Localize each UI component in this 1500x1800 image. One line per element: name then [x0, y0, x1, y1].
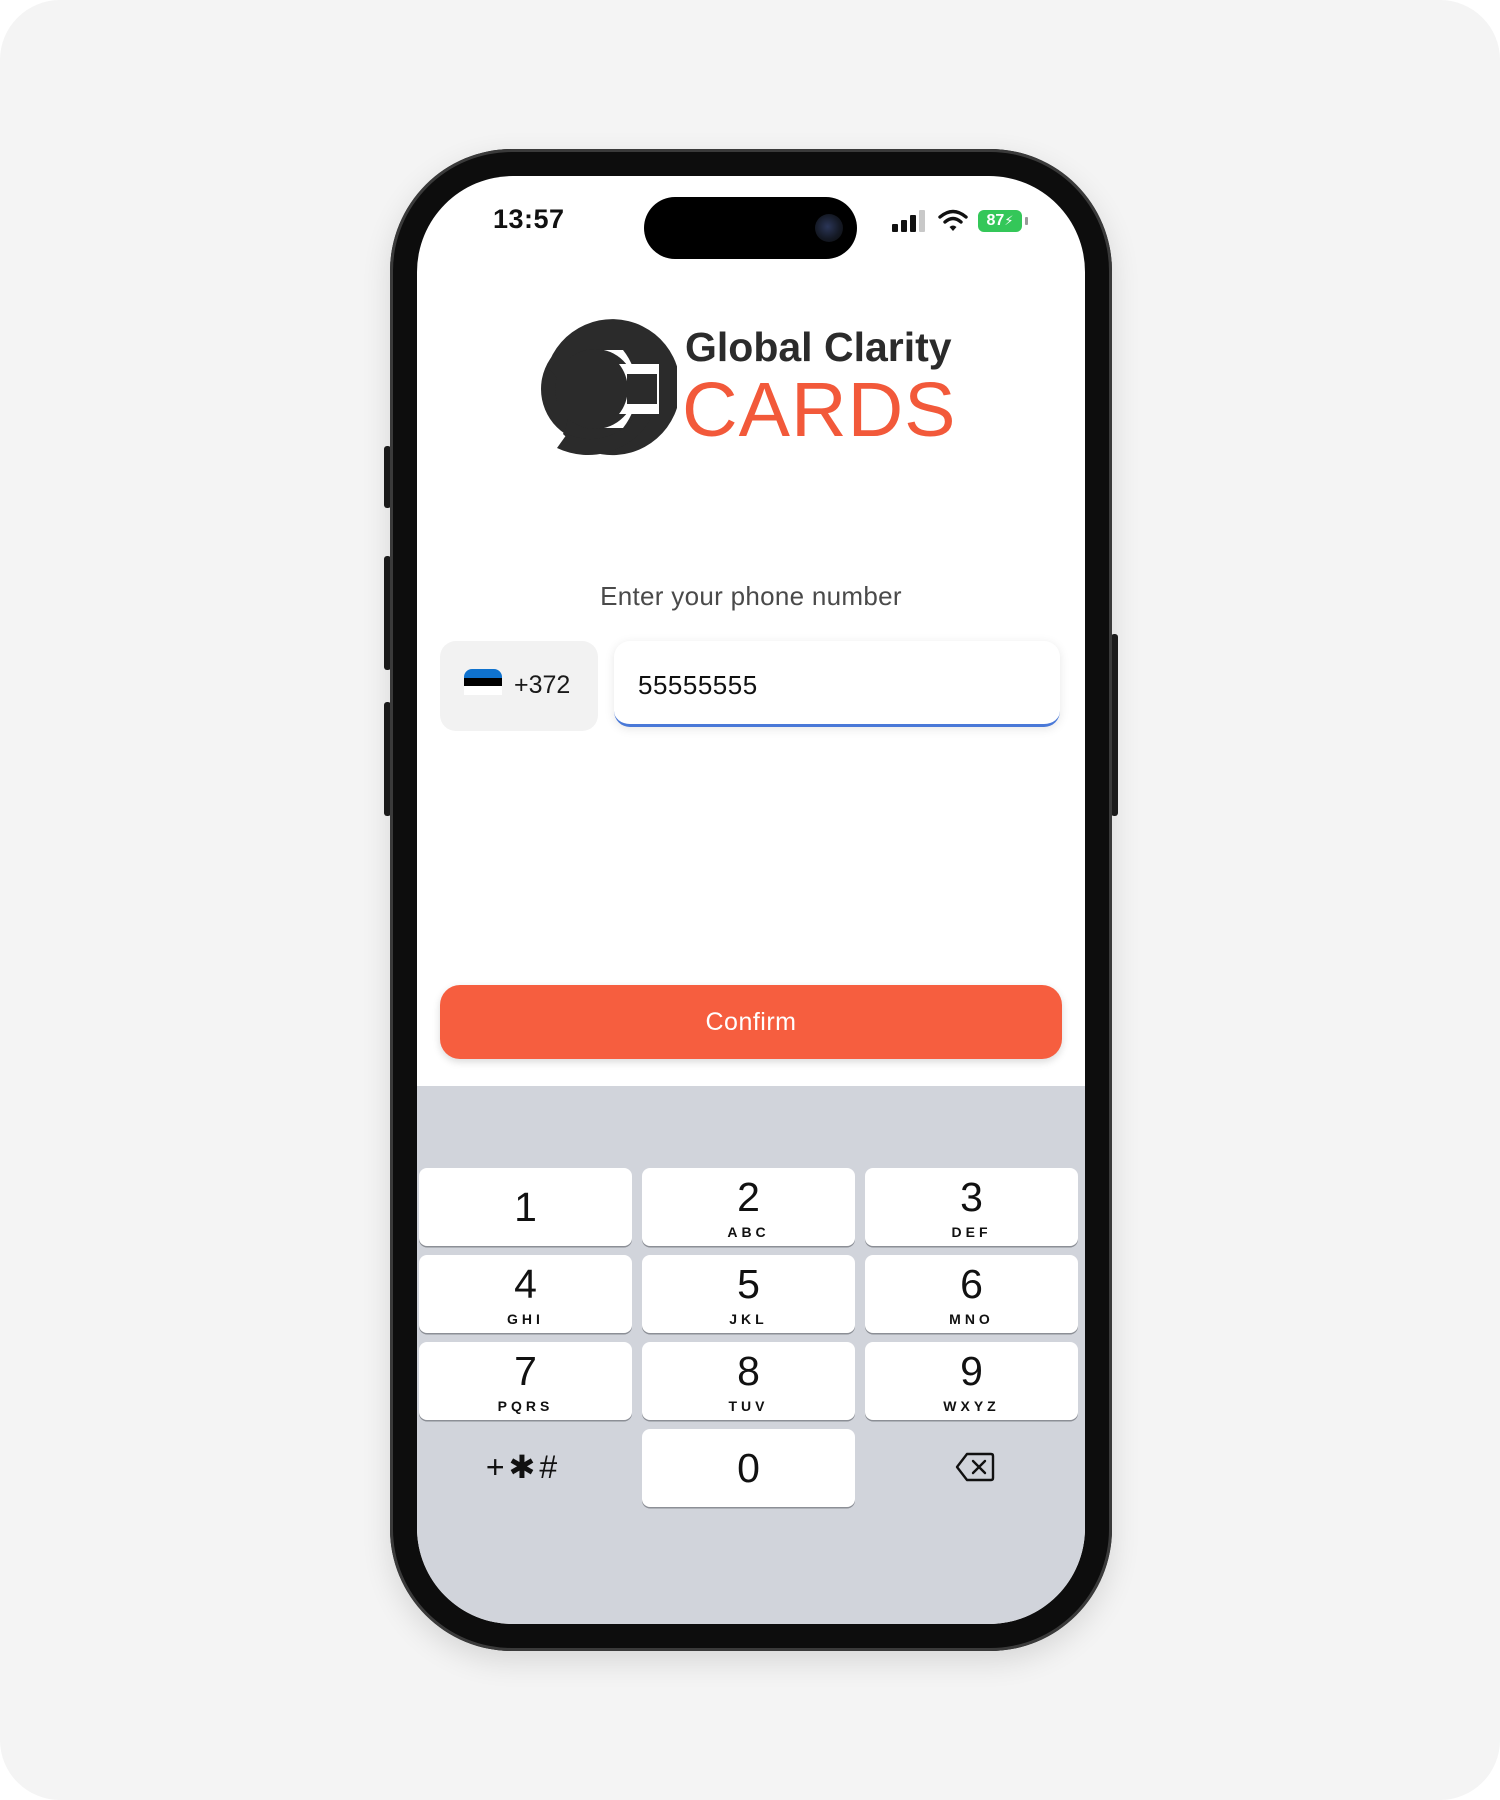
- brand-logo: Global Clarity CARDS: [527, 310, 967, 470]
- key-digit: 0: [737, 1445, 760, 1491]
- key-3[interactable]: 3 DEF: [865, 1168, 1078, 1246]
- country-code-selector[interactable]: +372: [440, 641, 598, 731]
- key-digit: 6: [960, 1261, 983, 1307]
- wifi-icon: [938, 209, 968, 231]
- key-letters: MNO: [949, 1311, 994, 1327]
- key-6[interactable]: 6 MNO: [865, 1255, 1078, 1333]
- key-letters: JKL: [729, 1311, 768, 1327]
- cellular-signal-icon: [892, 210, 928, 232]
- key-digit: 5: [737, 1261, 760, 1307]
- key-digit: 3: [960, 1174, 983, 1220]
- key-4[interactable]: 4 GHI: [419, 1255, 632, 1333]
- key-letters: DEF: [951, 1224, 992, 1240]
- key-digit: 2: [737, 1174, 760, 1220]
- key-digit: 9: [960, 1348, 983, 1394]
- country-code: +372: [514, 671, 571, 699]
- key-letters: PQRS: [497, 1398, 554, 1414]
- key-2[interactable]: 2 ABC: [642, 1168, 855, 1246]
- camera-icon: [815, 214, 843, 242]
- key-5[interactable]: 5 JKL: [642, 1255, 855, 1333]
- phone-frame: 13:57 87⚡ Global Clarity CARDS Enter you…: [390, 149, 1112, 1651]
- brand-name-top: Global Clarity: [685, 324, 952, 370]
- phone-number-input[interactable]: 55555555: [614, 641, 1060, 727]
- brand-name-bottom: CARDS: [682, 367, 957, 453]
- key-0[interactable]: 0: [642, 1429, 855, 1507]
- key-letters: TUV: [728, 1398, 769, 1414]
- battery-icon: 87⚡: [978, 210, 1022, 232]
- dynamic-island: [644, 197, 857, 259]
- numeric-keyboard: 1 2 ABC 3 DEF 4 GHI 5 JKL 6 MNO 7 PQRS 8…: [417, 1086, 1085, 1624]
- key-letters: ABC: [727, 1224, 770, 1240]
- brand-mark-icon: [541, 319, 677, 456]
- status-time: 13:57: [493, 204, 565, 234]
- power-button: [1111, 634, 1118, 816]
- key-digit: 7: [514, 1348, 537, 1394]
- symbols-key[interactable]: +✱#: [417, 1437, 630, 1497]
- page-background: 13:57 87⚡ Global Clarity CARDS Enter you…: [0, 0, 1500, 1800]
- key-letters: GHI: [507, 1311, 544, 1327]
- phone-number-value: 55555555: [638, 670, 758, 700]
- estonia-flag-icon: [464, 669, 502, 695]
- phone-prompt: Enter your phone number: [600, 581, 902, 611]
- key-1[interactable]: 1: [419, 1168, 632, 1246]
- phone-screen: 13:57 87⚡ Global Clarity CARDS Enter you…: [417, 176, 1085, 1624]
- backspace-icon[interactable]: [955, 1452, 995, 1482]
- key-digit: 8: [737, 1348, 760, 1394]
- key-7[interactable]: 7 PQRS: [419, 1342, 632, 1420]
- key-letters: WXYZ: [943, 1398, 1000, 1414]
- confirm-button[interactable]: Confirm: [440, 985, 1062, 1059]
- battery-cap: [1025, 217, 1028, 225]
- key-digit: 4: [514, 1261, 537, 1307]
- key-9[interactable]: 9 WXYZ: [865, 1342, 1078, 1420]
- key-digit: 1: [514, 1184, 537, 1230]
- battery-level: 87: [986, 212, 1005, 229]
- key-8[interactable]: 8 TUV: [642, 1342, 855, 1420]
